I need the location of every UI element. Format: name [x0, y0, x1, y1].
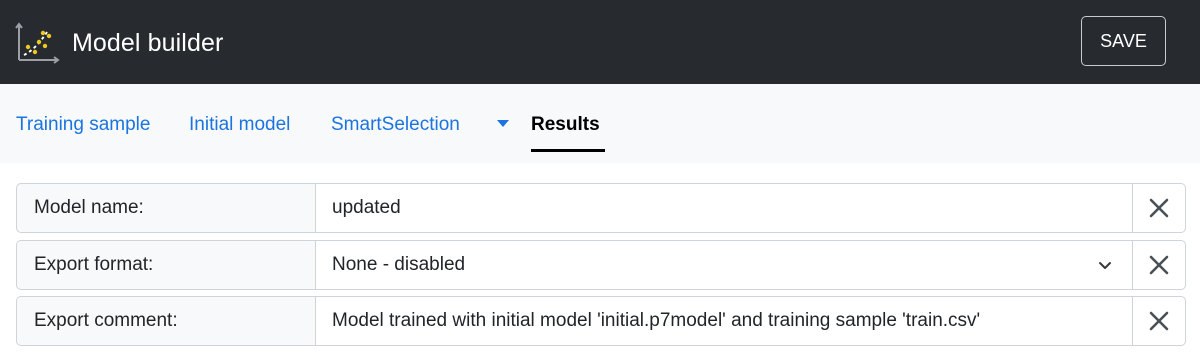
- active-tab-indicator: [531, 149, 605, 152]
- export-format-label: Export format:: [16, 240, 316, 290]
- tab-results[interactable]: Results: [531, 112, 600, 138]
- close-icon: [1149, 311, 1169, 331]
- tab-initial-model[interactable]: Initial model: [189, 112, 290, 138]
- model-name-label: Model name:: [16, 183, 316, 233]
- app-title: Model builder: [72, 29, 224, 57]
- model-name-input[interactable]: updated: [315, 183, 1133, 233]
- clear-model-name-button[interactable]: [1132, 183, 1186, 233]
- scatter-chart-icon: [15, 22, 60, 64]
- close-icon: [1149, 198, 1169, 218]
- export-comment-input[interactable]: Model trained with initial model 'initia…: [315, 296, 1133, 346]
- clear-export-comment-button[interactable]: [1132, 296, 1186, 346]
- export-format-value: None - disabled: [332, 254, 466, 275]
- close-icon: [1149, 255, 1169, 275]
- caret-down-icon[interactable]: [496, 118, 510, 128]
- model-name-row: Model name: updated: [16, 183, 1186, 233]
- save-button[interactable]: SAVE: [1081, 16, 1166, 66]
- export-format-row: Export format: None - disabled: [16, 240, 1186, 290]
- tab-smartselection[interactable]: SmartSelection: [331, 112, 460, 138]
- export-comment-label: Export comment:: [16, 296, 316, 346]
- export-comment-row: Export comment: Model trained with initi…: [16, 296, 1186, 346]
- chevron-down-icon: [1099, 262, 1111, 269]
- app-header: Model builder SAVE: [0, 0, 1200, 84]
- tab-training-sample[interactable]: Training sample: [16, 112, 150, 138]
- clear-export-format-button[interactable]: [1132, 240, 1186, 290]
- export-format-select[interactable]: None - disabled: [315, 240, 1133, 290]
